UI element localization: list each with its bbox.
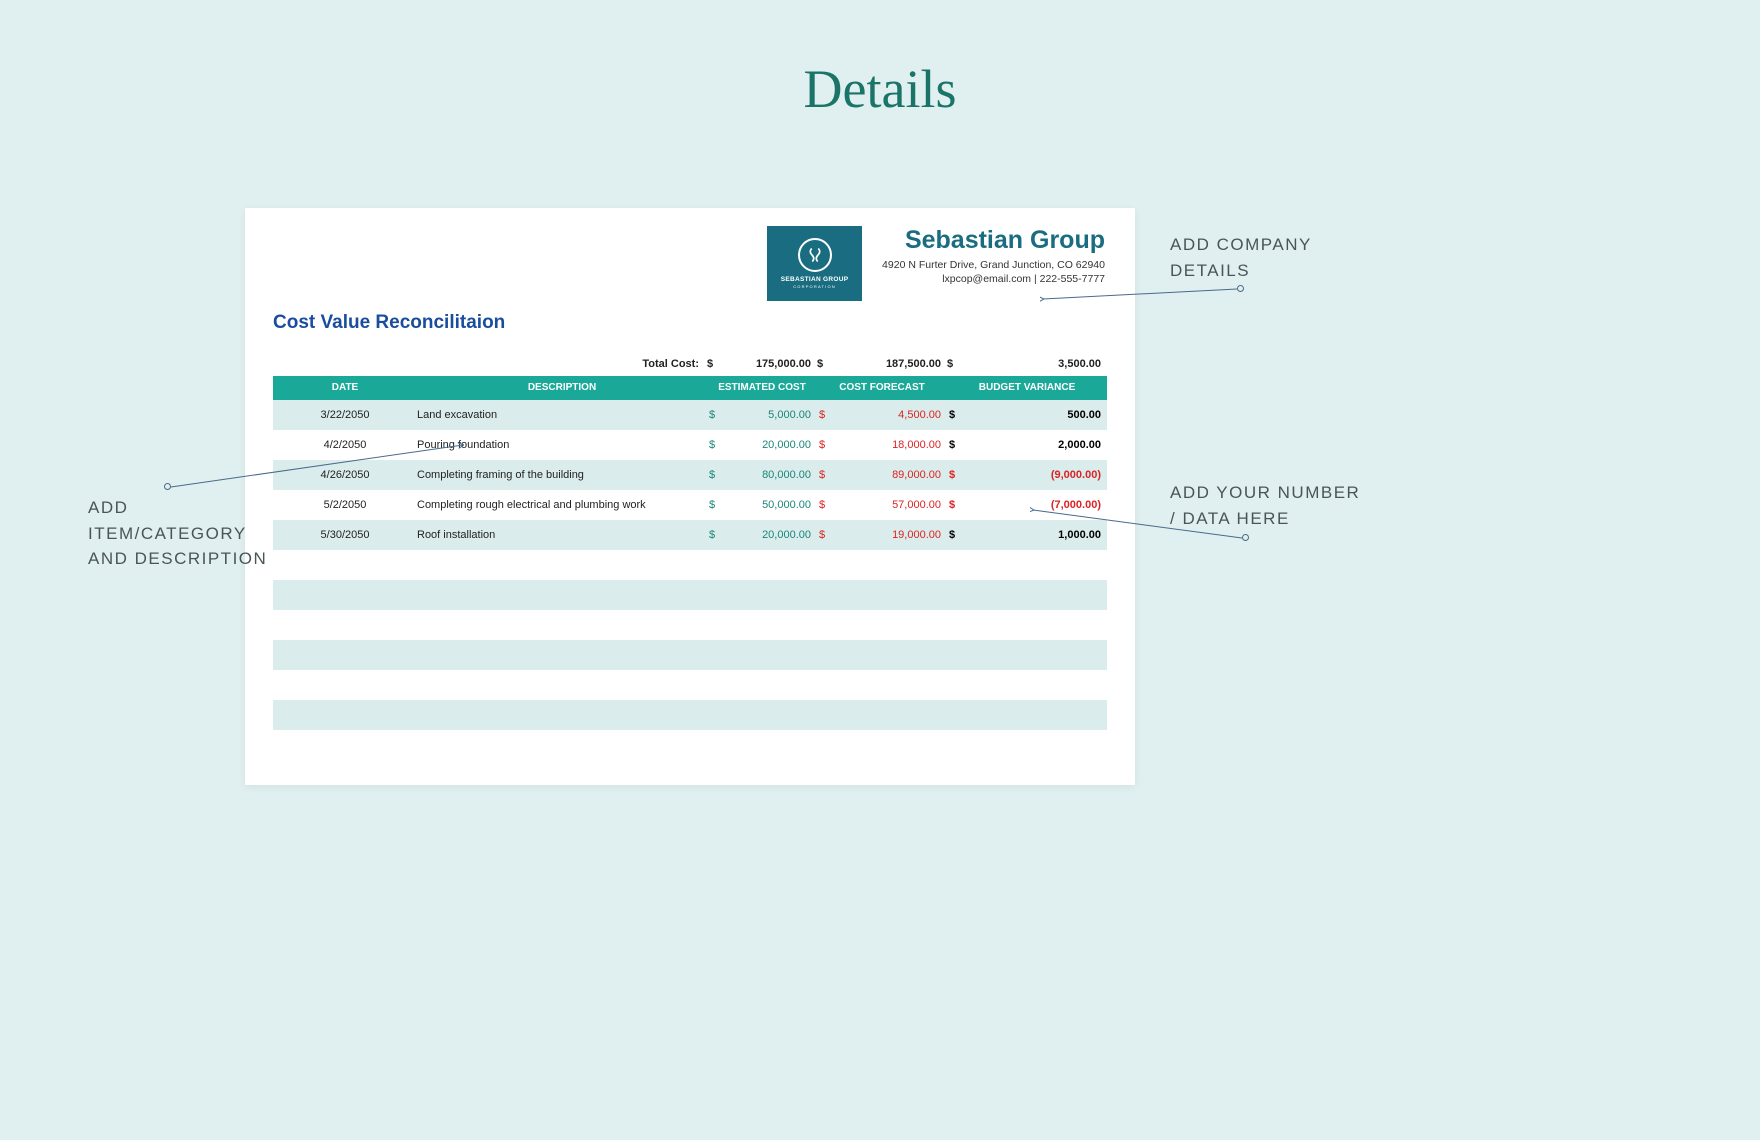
- cell-forecast[interactable]: $89,000.00: [817, 460, 947, 490]
- cell-forecast[interactable]: $19,000.00: [817, 520, 947, 550]
- cell-date[interactable]: 3/22/2050: [273, 400, 417, 430]
- worksheet: SEBASTIAN GROUP CORPORATION Sebastian Gr…: [245, 208, 1135, 785]
- callout-item-description: ADD ITEM/CATEGORY AND DESCRIPTION: [88, 495, 267, 572]
- table-row[interactable]: 3/22/2050Land excavation$5,000.00$4,500.…: [273, 400, 1107, 430]
- total-estimated: $175,000.00: [707, 352, 817, 376]
- company-details: Sebastian Group 4920 N Furter Drive, Gra…: [882, 226, 1105, 285]
- cell-variance[interactable]: $(9,000.00): [947, 460, 1107, 490]
- cell-description[interactable]: Pouring foundation: [417, 430, 707, 460]
- total-forecast: $187,500.00: [817, 352, 947, 376]
- table-row[interactable]: 5/30/2050Roof installation$20,000.00$19,…: [273, 520, 1107, 550]
- total-variance: $3,500.00: [947, 352, 1107, 376]
- cell-variance[interactable]: $2,000.00: [947, 430, 1107, 460]
- cell-variance[interactable]: $500.00: [947, 400, 1107, 430]
- logo-text-1: SEBASTIAN GROUP: [781, 276, 849, 283]
- col-forecast: COST FORECAST: [817, 376, 947, 400]
- cell-variance[interactable]: $1,000.00: [947, 520, 1107, 550]
- cell-description[interactable]: Land excavation: [417, 400, 707, 430]
- table-row[interactable]: 5/2/2050Completing rough electrical and …: [273, 490, 1107, 520]
- company-address: 4920 N Furter Drive, Grand Junction, CO …: [882, 259, 1105, 271]
- col-variance: BUDGET VARIANCE: [947, 376, 1107, 400]
- logo-text-2: CORPORATION: [793, 284, 836, 289]
- table-header: DATE DESCRIPTION ESTIMATED COST COST FOR…: [273, 376, 1107, 400]
- company-contact: lxpcop@email.com | 222-555-7777: [882, 273, 1105, 285]
- table-row[interactable]: [273, 700, 1107, 730]
- cell-forecast[interactable]: $57,000.00: [817, 490, 947, 520]
- table-row[interactable]: [273, 550, 1107, 580]
- callout-company-details: ADD COMPANY DETAILS: [1170, 232, 1312, 283]
- cell-date[interactable]: 4/26/2050: [273, 460, 417, 490]
- col-estimated: ESTIMATED COST: [707, 376, 817, 400]
- cell-estimated[interactable]: $5,000.00: [707, 400, 817, 430]
- table-row[interactable]: 4/2/2050Pouring foundation$20,000.00$18,…: [273, 430, 1107, 460]
- totals-row: Total Cost: $175,000.00 $187,500.00 $3,5…: [273, 352, 1107, 376]
- table-row[interactable]: [273, 610, 1107, 640]
- cell-estimated[interactable]: $20,000.00: [707, 520, 817, 550]
- page-title: Details: [0, 0, 1760, 120]
- cell-variance[interactable]: $(7,000.00): [947, 490, 1107, 520]
- cell-date[interactable]: 5/2/2050: [273, 490, 417, 520]
- table-row[interactable]: [273, 640, 1107, 670]
- total-cost-label: Total Cost:: [273, 352, 707, 376]
- cell-estimated[interactable]: $50,000.00: [707, 490, 817, 520]
- table-row[interactable]: [273, 730, 1107, 760]
- cell-forecast[interactable]: $18,000.00: [817, 430, 947, 460]
- callout-dot: [1242, 534, 1249, 541]
- callout-data: ADD YOUR NUMBER / DATA HERE: [1170, 480, 1360, 531]
- cell-description[interactable]: Completing framing of the building: [417, 460, 707, 490]
- company-logo: SEBASTIAN GROUP CORPORATION: [767, 226, 862, 301]
- callout-dot: [164, 483, 171, 490]
- table-row[interactable]: [273, 580, 1107, 610]
- cell-date[interactable]: 4/2/2050: [273, 430, 417, 460]
- cell-date[interactable]: 5/30/2050: [273, 520, 417, 550]
- table-row[interactable]: [273, 670, 1107, 700]
- logo-icon: [798, 238, 832, 272]
- cell-estimated[interactable]: $20,000.00: [707, 430, 817, 460]
- company-name: Sebastian Group: [882, 226, 1105, 255]
- cell-description[interactable]: Completing rough electrical and plumbing…: [417, 490, 707, 520]
- report-title: Cost Value Reconcilitaion: [273, 312, 505, 334]
- callout-dot: [1237, 285, 1244, 292]
- cell-estimated[interactable]: $80,000.00: [707, 460, 817, 490]
- table-body: 3/22/2050Land excavation$5,000.00$4,500.…: [273, 400, 1107, 760]
- header: SEBASTIAN GROUP CORPORATION Sebastian Gr…: [767, 226, 1105, 301]
- col-date: DATE: [273, 376, 417, 400]
- cell-description[interactable]: Roof installation: [417, 520, 707, 550]
- cell-forecast[interactable]: $4,500.00: [817, 400, 947, 430]
- col-description: DESCRIPTION: [417, 376, 707, 400]
- table-row[interactable]: 4/26/2050Completing framing of the build…: [273, 460, 1107, 490]
